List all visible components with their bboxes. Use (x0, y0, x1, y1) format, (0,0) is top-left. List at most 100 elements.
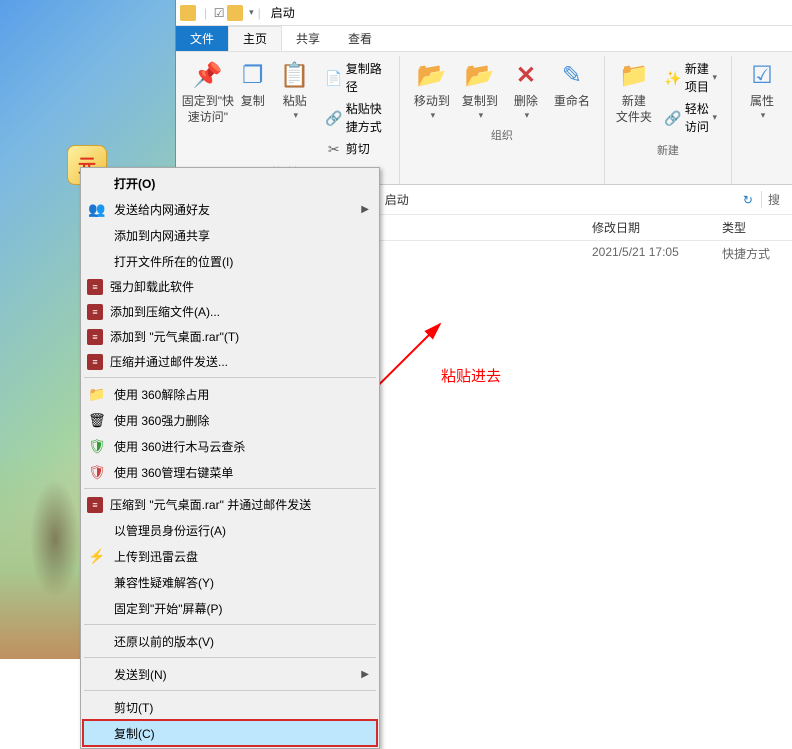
group-open: ☑ 属性 ▾ (732, 56, 792, 184)
blank-icon (87, 665, 107, 683)
chevron-down-icon: ▾ (712, 71, 717, 85)
scissors-icon: ✂ (326, 141, 342, 157)
menu-item[interactable]: 添加到内网通共享 (83, 222, 377, 248)
menu-item[interactable]: 🛡 使用 360进行木马云查杀 (83, 433, 377, 459)
rar-icon: ≡ (87, 354, 103, 370)
rename-button[interactable]: ✎ 重命名 (548, 58, 596, 112)
new-folder-button[interactable]: 📁 新建文件夹 (613, 58, 655, 127)
col-type[interactable]: 类型 (722, 219, 792, 236)
cut-button[interactable]: ✂ 剪切 (320, 138, 391, 160)
menu-item[interactable]: 以管理员身份运行(A) (83, 517, 377, 543)
search-input[interactable]: 搜 (761, 191, 786, 208)
clipboard-icon: 📋 (279, 60, 311, 92)
menu-item-text: 发送到(N) (114, 666, 361, 683)
menu-item[interactable]: 剪切(T) (83, 694, 377, 720)
label: 固定到"快速访问" (182, 94, 234, 125)
delete-icon: ✕ (510, 60, 542, 92)
menu-item[interactable]: 兼容性疑难解答(Y) (83, 569, 377, 595)
menu-item-text: 上传到迅雷云盘 (114, 548, 369, 565)
chevron-down-icon: ▾ (761, 110, 766, 122)
menu-item[interactable]: 发送到(N)▶ (83, 661, 377, 687)
menu-item[interactable]: 🗑使用 360强力删除 (83, 407, 377, 433)
menu-item[interactable]: 还原以前的版本(V) (83, 628, 377, 654)
menu-item[interactable]: ≡ 压缩并通过邮件发送... (83, 349, 377, 374)
menu-item-text: 添加到 "元气桌面.rar"(T) (110, 328, 369, 345)
submenu-arrow-icon: ▶ (361, 669, 369, 680)
copyto-icon: 📂 (464, 60, 496, 92)
group-title (740, 123, 784, 129)
menu-item-text: 打开文件所在的位置(I) (114, 253, 369, 270)
tab-file[interactable]: 文件 (176, 26, 228, 51)
copy-path-button[interactable]: 📄 复制路径 (320, 58, 391, 98)
menu-item-text: 固定到"开始"屏幕(P) (114, 600, 369, 617)
blank-icon (87, 599, 107, 617)
delete-button[interactable]: ✕ 删除 ▾ (504, 58, 548, 123)
new-item-icon: ✨ (665, 70, 681, 86)
menu-item[interactable]: 打开文件所在的位置(I) (83, 248, 377, 274)
menu-item[interactable]: ≡添加到压缩文件(A)... (83, 299, 377, 324)
refresh-button[interactable]: ↻ (735, 193, 761, 207)
blank-icon (87, 521, 107, 539)
menu-separator (84, 488, 376, 489)
paste-shortcut-button[interactable]: 🔗 粘贴快捷方式 (320, 98, 391, 138)
copy-icon: ❐ (237, 60, 269, 92)
crumb[interactable]: 启动 (381, 189, 413, 210)
menu-item-text: 以管理员身份运行(A) (114, 522, 369, 539)
blank-icon (87, 573, 107, 591)
group-clipboard: 📌 固定到"快速访问" ❐ 复制 📋 粘贴 ▾ 📄 复制路径 (176, 56, 400, 184)
chevron-down-icon: ▾ (479, 110, 484, 122)
group-new: 📁 新建文件夹 ✨ 新建项目 ▾ 🔗 轻松访问 ▾ 新建 (605, 56, 732, 184)
copy-to-button[interactable]: 📂 复制到 ▾ (456, 58, 504, 123)
easy-access-button[interactable]: 🔗 轻松访问 ▾ (659, 98, 723, 138)
menu-item[interactable]: 复制(C) (83, 720, 377, 746)
new-item-button[interactable]: ✨ 新建项目 ▾ (659, 58, 723, 98)
move-to-button[interactable]: 📂 移动到 ▾ (408, 58, 456, 123)
menu-item[interactable]: 固定到"开始"屏幕(P) (83, 595, 377, 621)
tab-view[interactable]: 查看 (334, 26, 386, 51)
menu-item-text: 使用 360进行木马云查杀 (114, 438, 369, 455)
menu-item-text: 打开(O) (114, 175, 369, 192)
menu-item[interactable]: 👥发送给内网通好友▶ (83, 196, 377, 222)
menu-item-text: 发送给内网通好友 (114, 201, 361, 218)
paste-button[interactable]: 📋 粘贴 ▾ (274, 58, 316, 123)
menu-item[interactable]: 🛡使用 360管理右键菜单 (83, 459, 377, 485)
item-date: 2021/5/21 17:05 (592, 245, 722, 262)
del-icon: 🗑 (87, 411, 107, 429)
check-icon[interactable]: ☑ (211, 5, 227, 21)
folder-icon (227, 5, 243, 21)
group-title: 新建 (613, 138, 723, 160)
menu-separator (84, 690, 376, 691)
col-date[interactable]: 修改日期 (592, 219, 722, 236)
tab-home[interactable]: 主页 (228, 26, 282, 51)
rename-icon: ✎ (556, 60, 588, 92)
menu-item-text: 强力卸载此软件 (110, 278, 369, 295)
menu-item[interactable]: ≡ 强力卸载此软件 (83, 274, 377, 299)
properties-button[interactable]: ☑ 属性 ▾ (740, 58, 784, 123)
menu-separator (84, 657, 376, 658)
menu-item[interactable]: ≡添加到 "元气桌面.rar"(T) (83, 324, 377, 349)
chevron-down-icon: ▾ (293, 110, 298, 122)
tab-share[interactable]: 共享 (282, 26, 334, 51)
copy-button[interactable]: ❐ 复制 (232, 58, 274, 112)
menu-item[interactable]: ⚡上传到迅雷云盘 (83, 543, 377, 569)
title-bar: | ☑ ▾ | 启动 (176, 0, 792, 26)
pin-icon: 📌 (192, 60, 224, 92)
blank-icon (87, 632, 107, 650)
properties-icon: ☑ (746, 60, 778, 92)
item-type: 快捷方式 (722, 245, 792, 262)
qat-dropdown[interactable]: ▾ (249, 7, 254, 18)
menu-item-text: 压缩并通过邮件发送... (110, 353, 369, 370)
chevron-down-icon: ▾ (712, 111, 717, 125)
menu-item[interactable]: 打开(O) (83, 170, 377, 196)
ribbon-tabs: 文件 主页 共享 查看 (176, 26, 792, 52)
shield-g-icon: 🛡 (87, 437, 107, 455)
menu-item-text: 使用 360解除占用 (114, 386, 369, 403)
shield-r-icon: 🛡 (87, 463, 107, 481)
pin-quick-access-button[interactable]: 📌 固定到"快速访问" (184, 58, 232, 127)
menu-item[interactable]: 📁使用 360解除占用 (83, 381, 377, 407)
rar-icon: ≡ (87, 279, 103, 295)
menu-item[interactable]: ≡压缩到 "元气桌面.rar" 并通过邮件发送 (83, 492, 377, 517)
menu-item-text: 压缩到 "元气桌面.rar" 并通过邮件发送 (110, 496, 369, 513)
blank-icon (87, 226, 107, 244)
menu-item-text: 添加到内网通共享 (114, 227, 369, 244)
